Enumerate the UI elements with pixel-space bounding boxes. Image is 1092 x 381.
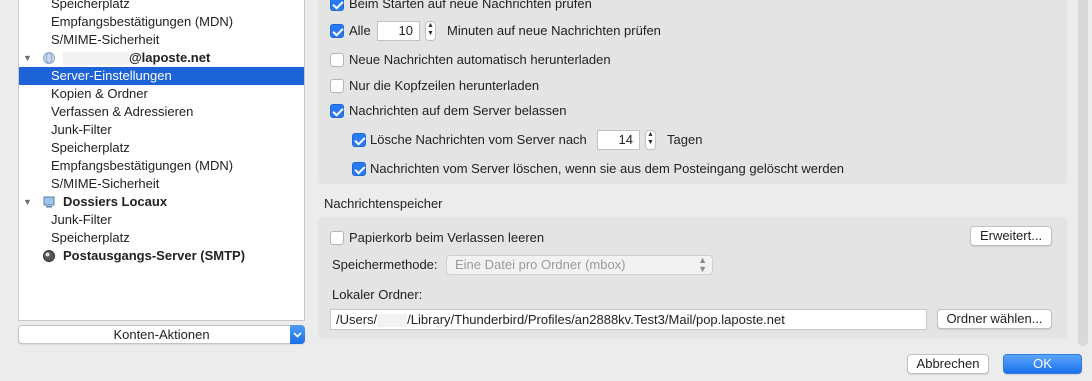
check-interval-input[interactable]: 10 [377,21,420,41]
tree-item-junk[interactable]: Junk-Filter [19,121,304,139]
headers-only-label: Nur die Kopfzeilen herunterladen [349,78,540,93]
delete-when-deleted-checkbox[interactable] [352,162,366,176]
store-method-value: Eine Datei pro Ordner (mbox) [455,257,626,272]
tree-item-copies-folders[interactable]: Kopien & Ordner [19,85,304,103]
tree-item-server-settings[interactable]: Server-Einstellungen [19,67,304,85]
account-actions-button[interactable]: Konten-Aktionen [18,325,305,344]
check-on-startup-label: Beim Starten auf neue Nachrichten prüfen [349,0,592,11]
local-folders-icon [43,196,55,208]
ok-button[interactable]: OK [1003,354,1082,374]
delete-after-days-input[interactable]: 14 [597,130,640,150]
choose-folder-button[interactable]: Ordner wählen... [937,309,1052,329]
tree-item-smime[interactable]: S/MIME-Sicherheit [19,31,304,49]
tree-item-label: Verfassen & Adressieren [51,104,194,119]
outgoing-server-icon [43,250,55,262]
account-actions-label: Konten-Aktionen [113,327,210,342]
tree-item-label: Speicherplatz [51,230,130,245]
local-folder-path-input[interactable]: /Users/ /Library/Thunderbird/Profiles/an2… [330,309,927,330]
disclosure-triangle-icon[interactable]: ▼ [23,49,32,67]
redacted-username [377,314,408,328]
tree-item-smime[interactable]: S/MIME-Sicherheit [19,175,304,193]
tree-item-label: Junk-Filter [51,212,112,227]
disclosure-triangle-icon[interactable]: ▼ [23,193,32,211]
tree-item-compose[interactable]: Verfassen & Adressieren [19,103,304,121]
tree-item-account-laposte[interactable]: ▼ @laposte.net [19,49,304,67]
tree-item-local-folders[interactable]: ▼ Dossiers Locaux [19,193,304,211]
tree-item-label: Empfangsbestätigungen (MDN) [51,14,234,29]
check-interval-stepper[interactable]: ▲ ▼ [425,21,436,41]
leave-on-server-label: Nachrichten auf dem Server belassen [349,103,567,118]
delete-after-suffix: Tagen [667,132,703,147]
auto-download-checkbox[interactable] [330,53,344,67]
store-method-label: Speichermethode: [332,257,438,272]
account-globe-icon [43,52,55,64]
tree-item-label: Empfangsbestätigungen (MDN) [51,158,234,173]
check-on-startup-checkbox[interactable] [330,0,344,11]
check-every-suffix: Minuten auf neue Nachrichten prüfen [447,23,661,38]
check-every-label: Alle [349,23,371,38]
delete-after-checkbox[interactable] [352,133,366,147]
auto-download-label: Neue Nachrichten automatisch herunterlad… [349,52,611,67]
path-prefix: /Users/ [336,312,378,327]
tree-item-speicherplatz[interactable]: Speicherplatz [19,139,304,157]
account-tree[interactable]: Speicherplatz Empfangsbestätigungen (MDN… [18,0,305,321]
delete-when-deleted-label: Nachrichten vom Server löschen, wenn sie… [370,161,845,176]
empty-trash-label: Papierkorb beim Verlassen leeren [349,230,545,245]
check-every-checkbox[interactable] [330,24,344,38]
tree-item-junk[interactable]: Junk-Filter [19,211,304,229]
tree-item-mdn[interactable]: Empfangsbestätigungen (MDN) [19,13,304,31]
tree-item-label: Speicherplatz [51,140,130,155]
headers-only-checkbox[interactable] [330,79,344,93]
leave-on-server-checkbox[interactable] [330,104,344,118]
vertical-scrollbar[interactable] [1078,0,1088,346]
tree-item-label: Postausgangs-Server (SMTP) [63,248,246,263]
tree-item-label: Speicherplatz [51,0,130,11]
path-suffix: /Library/Thunderbird/Profiles/an2888kv.T… [407,312,785,327]
local-folder-label: Lokaler Ordner: [332,287,423,302]
cancel-button[interactable]: Abbrechen [907,354,989,374]
advanced-button[interactable]: Erweitert... [970,226,1052,246]
dropdown-arrow-icon [290,325,305,344]
tree-item-label: Junk-Filter [51,122,112,137]
select-arrows-icon: ▲ ▼ [698,255,707,274]
tree-item-label: Server-Einstellungen [51,68,172,83]
delete-after-label: Lösche Nachrichten vom Server nach [370,132,587,147]
tree-item-speicherplatz[interactable]: Speicherplatz [19,229,304,247]
tree-item-label: Kopien & Ordner [51,86,148,101]
tree-item-smtp[interactable]: Postausgangs-Server (SMTP) [19,247,304,265]
redacted-username [63,52,129,65]
store-method-select[interactable]: Eine Datei pro Ordner (mbox) ▲ ▼ [446,255,713,275]
tree-item-label: @laposte.net [129,50,211,65]
empty-trash-checkbox[interactable] [330,231,344,245]
tree-item-speicherplatz[interactable]: Speicherplatz [19,0,304,13]
tree-item-label: S/MIME-Sicherheit [51,32,160,47]
tree-item-mdn[interactable]: Empfangsbestätigungen (MDN) [19,157,304,175]
storage-section-title: Nachrichtenspeicher [324,196,443,211]
tree-item-label: Dossiers Locaux [63,194,168,209]
delete-after-stepper[interactable]: ▲ ▼ [645,130,656,150]
tree-item-label: S/MIME-Sicherheit [51,176,160,191]
